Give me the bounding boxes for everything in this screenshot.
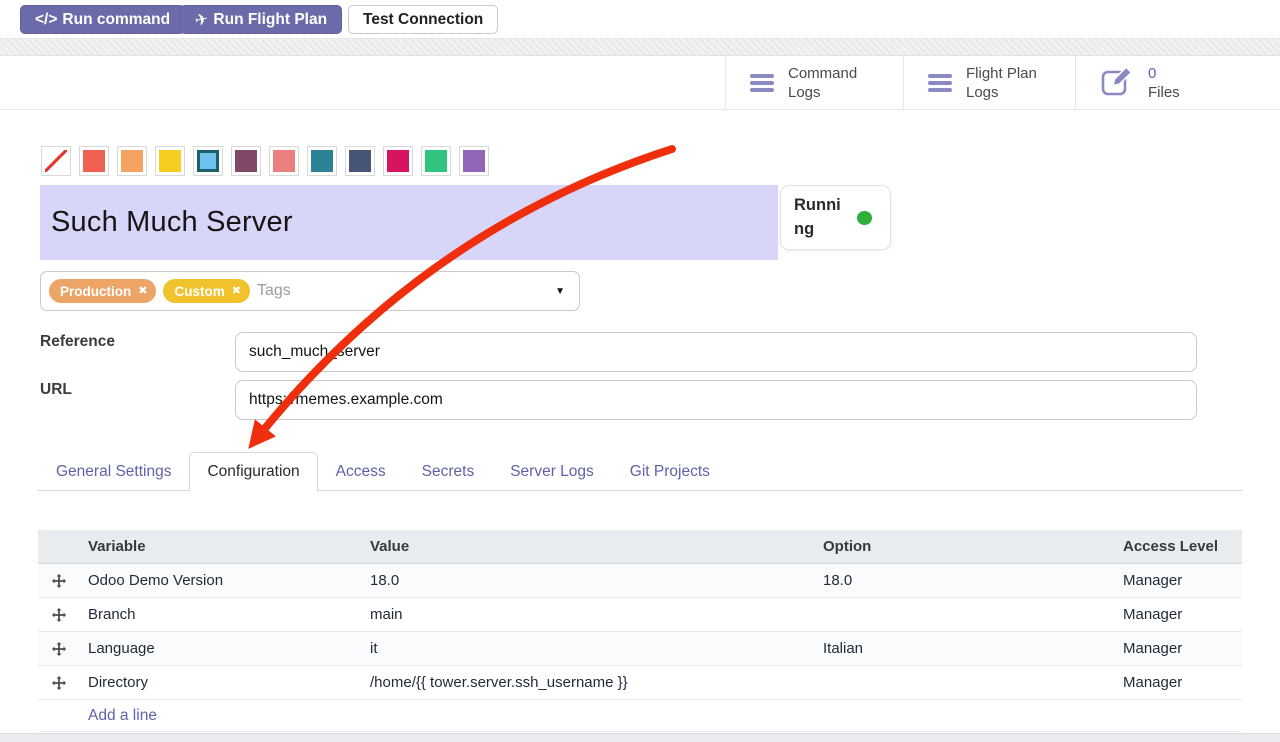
cell-option[interactable]: 18.0 <box>815 572 1115 589</box>
status-badge[interactable]: Running <box>780 185 891 250</box>
reference-label: Reference <box>40 333 115 351</box>
cell-variable[interactable]: Language <box>80 640 362 657</box>
tag-pill-custom[interactable]: Custom ✖ <box>163 279 249 303</box>
cell-variable[interactable]: Branch <box>80 606 362 623</box>
tab-configuration[interactable]: Configuration <box>189 452 317 492</box>
color-palette <box>41 146 489 176</box>
server-name-text: Such Much Server <box>51 206 293 239</box>
tab-general-settings[interactable]: General Settings <box>38 452 189 491</box>
cell-value[interactable]: /home/{{ tower.server.ssh_username }} <box>362 674 815 691</box>
tab-access[interactable]: Access <box>318 452 404 491</box>
drag-handle-icon[interactable] <box>38 642 80 656</box>
table-row[interactable]: Odoo Demo Version 18.0 18.0 Manager <box>38 564 1242 598</box>
run-command-label: Run command <box>62 11 170 29</box>
reference-value: such_much_server <box>249 343 380 361</box>
cell-access-level[interactable]: Manager <box>1115 606 1242 623</box>
color-swatch-2[interactable] <box>117 146 147 176</box>
variables-table: Variable Value Option Access Level Odoo … <box>38 530 1242 732</box>
add-line-link[interactable]: Add a line <box>88 707 157 725</box>
url-label: URL <box>40 381 72 399</box>
chevron-down-icon[interactable]: ▼ <box>555 286 565 297</box>
col-value[interactable]: Value <box>362 538 815 555</box>
run-flight-plan-label: Run Flight Plan <box>213 11 327 29</box>
list-lines-icon <box>750 74 774 92</box>
test-connection-label: Test Connection <box>363 11 483 29</box>
tag-remove-icon[interactable]: ✖ <box>138 286 147 297</box>
command-logs-button[interactable]: Command Logs <box>725 56 903 110</box>
add-line-row: Add a line <box>38 700 1242 732</box>
server-name-input[interactable]: Such Much Server <box>40 185 778 260</box>
cell-value[interactable]: main <box>362 606 815 623</box>
cell-access-level[interactable]: Manager <box>1115 640 1242 657</box>
color-swatch-3[interactable] <box>155 146 185 176</box>
drag-handle-icon[interactable] <box>38 676 80 690</box>
reference-input[interactable]: such_much_server <box>235 332 1197 372</box>
status-dot-icon <box>857 211 872 225</box>
tag-pill-production[interactable]: Production ✖ <box>49 279 156 303</box>
tags-placeholder: Tags <box>257 282 291 300</box>
drag-handle-icon[interactable] <box>38 574 80 588</box>
command-logs-label: Command Logs <box>788 64 880 103</box>
table-header-row: Variable Value Option Access Level <box>38 530 1242 564</box>
flight-plan-logs-button[interactable]: Flight Plan Logs <box>903 56 1075 110</box>
run-flight-plan-button[interactable]: ✈ Run Flight Plan <box>180 5 342 34</box>
test-connection-button[interactable]: Test Connection <box>348 5 498 34</box>
tag-remove-icon[interactable]: ✖ <box>232 286 241 297</box>
cell-value[interactable]: it <box>362 640 815 657</box>
server-form-page: </> Run command ✈ Run Flight Plan Test C… <box>0 0 1280 742</box>
tags-input[interactable]: Production ✖ Custom ✖ Tags ▼ <box>40 271 580 311</box>
col-option[interactable]: Option <box>815 538 1115 555</box>
url-input[interactable]: https://memes.example.com <box>235 380 1197 420</box>
color-swatch-5[interactable] <box>231 146 261 176</box>
color-swatch-1[interactable] <box>79 146 109 176</box>
hatched-divider-strip <box>0 38 1280 56</box>
action-toolbar: </> Run command ✈ Run Flight Plan Test C… <box>0 0 1280 38</box>
cell-variable[interactable]: Directory <box>80 674 362 691</box>
color-swatch-11[interactable] <box>459 146 489 176</box>
files-stat-text: 0 Files <box>1148 64 1180 103</box>
files-button[interactable]: 0 Files <box>1075 56 1280 110</box>
table-row[interactable]: Directory /home/{{ tower.server.ssh_user… <box>38 666 1242 700</box>
flight-plan-logs-label: Flight Plan Logs <box>966 64 1058 103</box>
run-command-button[interactable]: </> Run command <box>20 5 185 34</box>
list-lines-icon <box>928 74 952 92</box>
cell-variable[interactable]: Odoo Demo Version <box>80 572 362 589</box>
tab-git-projects[interactable]: Git Projects <box>612 452 728 491</box>
drag-handle-icon[interactable] <box>38 608 80 622</box>
col-variable[interactable]: Variable <box>80 538 362 555</box>
files-count: 0 <box>1148 64 1180 84</box>
tag-label: Production <box>60 284 131 299</box>
table-row[interactable]: Language it Italian Manager <box>38 632 1242 666</box>
cell-value[interactable]: 18.0 <box>362 572 815 589</box>
color-swatch-4-selected[interactable] <box>193 146 223 176</box>
tab-secrets[interactable]: Secrets <box>404 452 493 491</box>
code-icon: </> <box>35 11 57 29</box>
bottom-strip <box>0 733 1280 742</box>
form-sheet: Such Much Server Running Production ✖ Cu… <box>0 111 1280 742</box>
color-swatch-none[interactable] <box>41 146 71 176</box>
col-access-level[interactable]: Access Level <box>1115 538 1242 555</box>
color-swatch-8[interactable] <box>345 146 375 176</box>
url-value: https://memes.example.com <box>249 391 443 409</box>
color-swatch-6[interactable] <box>269 146 299 176</box>
color-swatch-10[interactable] <box>421 146 451 176</box>
status-label: Running <box>794 194 849 242</box>
tab-server-logs[interactable]: Server Logs <box>492 452 612 491</box>
edit-pencil-icon <box>1100 65 1134 102</box>
color-swatch-9[interactable] <box>383 146 413 176</box>
header-band: Command Logs Flight Plan Logs 0 Files <box>0 56 1280 110</box>
files-label: Files <box>1148 83 1180 103</box>
no-color-icon <box>45 150 67 172</box>
cell-access-level[interactable]: Manager <box>1115 674 1242 691</box>
notebook-tabs: General Settings Configuration Access Se… <box>38 452 728 491</box>
plane-icon: ✈ <box>193 8 210 30</box>
table-row[interactable]: Branch main Manager <box>38 598 1242 632</box>
cell-option[interactable]: Italian <box>815 640 1115 657</box>
cell-access-level[interactable]: Manager <box>1115 572 1242 589</box>
color-swatch-7[interactable] <box>307 146 337 176</box>
tag-label: Custom <box>174 284 224 299</box>
